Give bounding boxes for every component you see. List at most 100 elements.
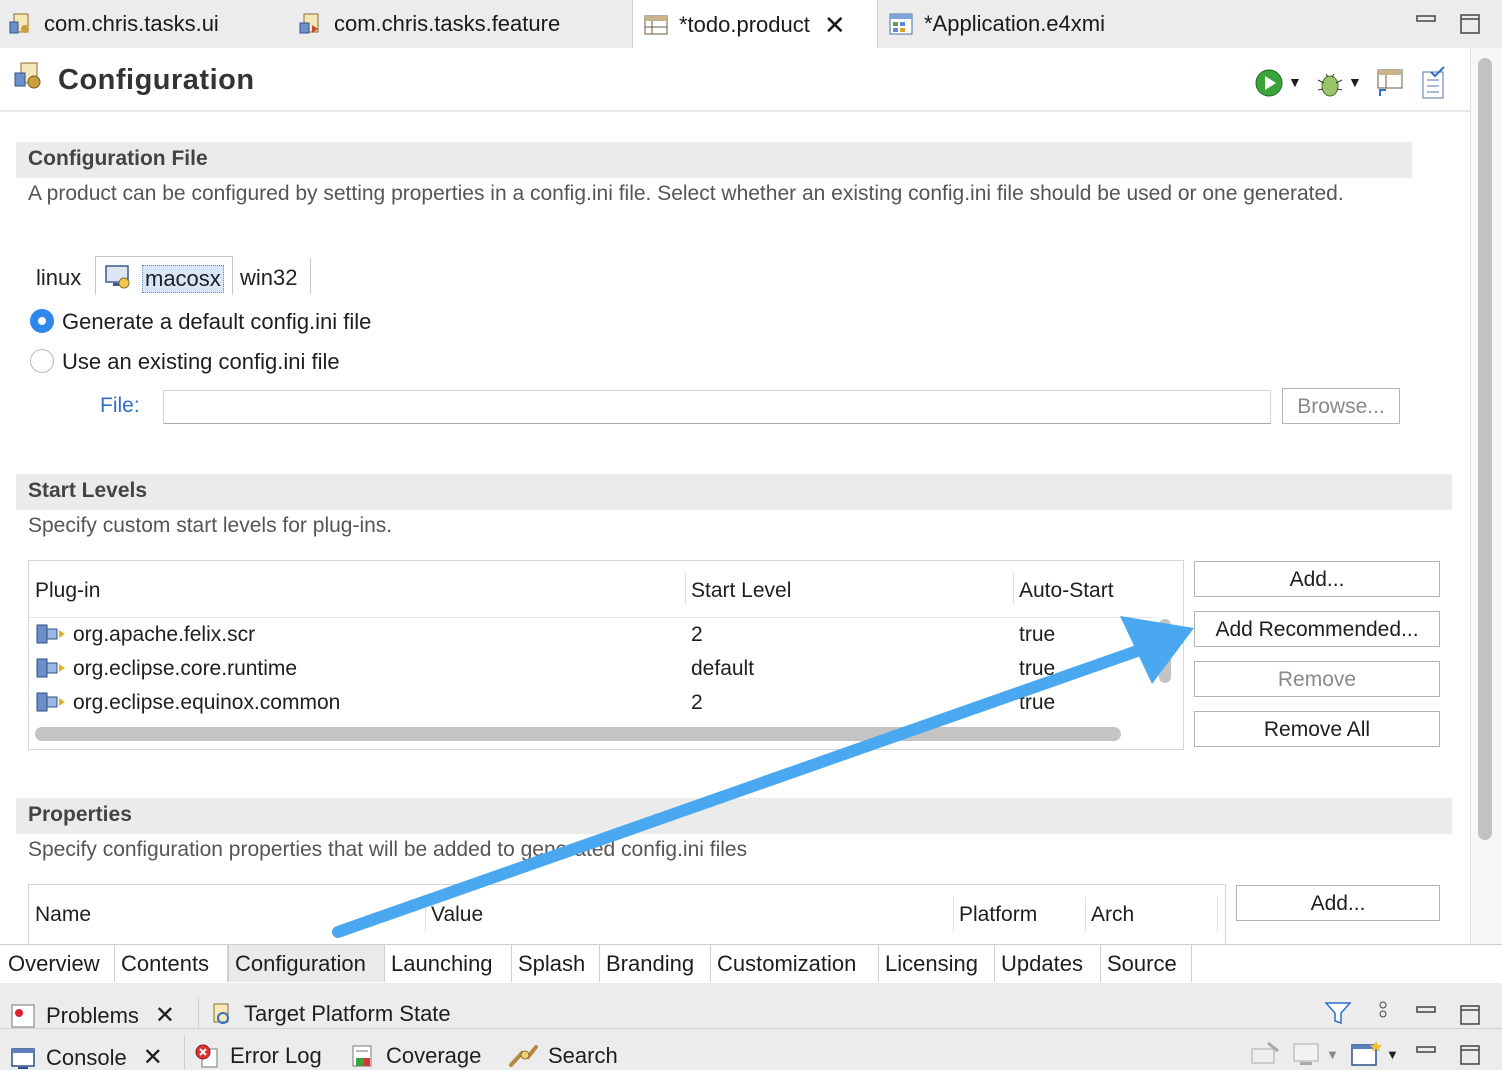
view-tab-problems[interactable]: Problems ✕ xyxy=(10,1001,175,1028)
editor-tab-todo-product[interactable]: *todo.product ✕ xyxy=(632,0,878,49)
page-tab-overview[interactable]: Overview xyxy=(2,945,115,982)
column-separator[interactable] xyxy=(1217,897,1218,931)
chevron-down-icon[interactable]: ▼ xyxy=(1386,1047,1399,1062)
search-icon xyxy=(509,1045,538,1067)
debug-icon[interactable] xyxy=(1314,68,1346,100)
vertical-scrollbar[interactable] xyxy=(1470,48,1502,944)
table-row[interactable]: org.apache.felix.scr 2 true xyxy=(29,619,1153,653)
os-tab-linux[interactable]: linux xyxy=(36,265,81,291)
close-icon[interactable]: ✕ xyxy=(155,1001,175,1028)
section-configuration-file[interactable]: Configuration File xyxy=(16,142,1412,178)
chevron-down-icon[interactable]: ▼ xyxy=(1348,74,1362,90)
radio-use-existing[interactable] xyxy=(30,349,54,373)
view-menu-icon[interactable] xyxy=(1376,1001,1390,1025)
plugin-icon xyxy=(36,692,65,712)
error-log-icon xyxy=(195,1044,218,1068)
chevron-down-icon[interactable]: ▼ xyxy=(1288,74,1302,90)
run-icon[interactable] xyxy=(1254,68,1284,98)
file-label: File: xyxy=(100,394,140,417)
page-tab-source[interactable]: Source xyxy=(1101,945,1192,982)
minimize-icon[interactable] xyxy=(1416,1003,1436,1023)
view-tab-console[interactable]: Console ✕ xyxy=(10,1043,163,1070)
plugin-name: org.eclipse.equinox.common xyxy=(73,691,341,714)
filter-icon[interactable] xyxy=(1324,1001,1352,1025)
close-icon[interactable]: ✕ xyxy=(824,12,846,38)
auto-start-value[interactable]: true xyxy=(1019,657,1055,681)
file-path-input[interactable] xyxy=(163,390,1271,424)
table-horizontal-scrollbar[interactable] xyxy=(35,727,1121,741)
editor-tab-application-e4xmi[interactable]: *Application.e4xmi xyxy=(888,0,1105,48)
column-separator[interactable] xyxy=(425,897,426,931)
minimize-icon[interactable] xyxy=(1416,1043,1436,1063)
column-separator[interactable] xyxy=(953,897,954,931)
os-tab-win32[interactable]: win32 xyxy=(240,265,297,291)
page-tab-updates[interactable]: Updates xyxy=(995,945,1101,982)
column-header-value[interactable]: Value xyxy=(431,903,483,927)
section-description: Specify configuration properties that wi… xyxy=(28,838,748,861)
column-header-start-level[interactable]: Start Level xyxy=(691,579,791,603)
page-tab-contents[interactable]: Contents xyxy=(115,945,228,982)
maximize-icon[interactable] xyxy=(1460,1045,1480,1065)
editor-tab-feature[interactable]: com.chris.tasks.feature xyxy=(298,0,560,48)
add-property-button[interactable]: Add... xyxy=(1236,885,1440,921)
views-tab-bar-top: Problems ✕ Target Platform State xyxy=(0,983,1502,1029)
column-separator[interactable] xyxy=(685,573,686,605)
open-console-icon[interactable] xyxy=(1350,1039,1384,1069)
form-page-tabs: Overview Contents Configuration Launchin… xyxy=(0,944,1502,984)
close-icon[interactable]: ✕ xyxy=(143,1043,163,1070)
maximize-icon[interactable] xyxy=(1460,1005,1480,1025)
view-tab-error-log[interactable]: Error Log xyxy=(194,1043,322,1069)
configuration-icon xyxy=(14,62,41,89)
os-tab-macosx[interactable]: macosx xyxy=(95,256,233,295)
page-tab-launching[interactable]: Launching xyxy=(385,945,512,982)
section-title: Configuration File xyxy=(28,147,208,170)
start-level-value[interactable]: 2 xyxy=(691,691,703,715)
section-start-levels[interactable]: Start Levels xyxy=(16,474,1452,510)
table-row[interactable]: org.eclipse.core.runtime default true xyxy=(29,653,1153,687)
minimize-icon[interactable] xyxy=(1416,12,1436,32)
chevron-down-icon[interactable]: ▼ xyxy=(1326,1047,1339,1062)
page-tab-customization[interactable]: Customization xyxy=(711,945,879,982)
view-tab-search[interactable]: Search xyxy=(508,1043,618,1069)
auto-start-value[interactable]: true xyxy=(1019,691,1055,715)
add-button[interactable]: Add... xyxy=(1194,561,1440,597)
display-console-icon[interactable] xyxy=(1292,1041,1322,1067)
browse-button[interactable]: Browse... xyxy=(1282,388,1400,424)
computer-icon xyxy=(105,265,130,289)
column-separator[interactable] xyxy=(1013,573,1014,605)
remove-button[interactable]: Remove xyxy=(1194,661,1440,697)
maximize-icon[interactable] xyxy=(1460,14,1480,34)
radio-generate-default[interactable] xyxy=(30,309,54,333)
coverage-icon xyxy=(352,1045,372,1067)
start-level-value[interactable]: default xyxy=(691,657,754,681)
remove-all-button[interactable]: Remove All xyxy=(1194,711,1440,747)
column-header-plugin[interactable]: Plug-in xyxy=(35,579,100,603)
section-properties[interactable]: Properties xyxy=(16,798,1452,834)
start-levels-table[interactable]: Plug-in Start Level Auto-Start org.apach… xyxy=(28,560,1184,750)
tab-divider xyxy=(198,997,199,1028)
pin-console-icon[interactable] xyxy=(1250,1041,1280,1067)
view-tab-coverage[interactable]: Coverage xyxy=(350,1043,481,1069)
os-tab-label: macosx xyxy=(142,265,224,293)
table-row[interactable]: org.eclipse.equinox.common 2 true xyxy=(29,687,1153,719)
column-separator[interactable] xyxy=(1085,897,1086,931)
table-vertical-scrollbar[interactable] xyxy=(1159,619,1171,683)
plugin-name: org.apache.felix.scr xyxy=(73,623,256,646)
column-header-platform[interactable]: Platform xyxy=(959,903,1037,927)
auto-start-value[interactable]: true xyxy=(1019,623,1055,647)
export-product-icon[interactable] xyxy=(1376,66,1406,98)
page-tab-licensing[interactable]: Licensing xyxy=(879,945,995,982)
column-header-name[interactable]: Name xyxy=(35,903,91,927)
view-tab-target-platform-state[interactable]: Target Platform State xyxy=(208,1001,451,1027)
editor-tab-ui-manifest[interactable]: com.chris.tasks.ui xyxy=(8,0,219,48)
validate-icon[interactable] xyxy=(1420,66,1448,100)
column-header-arch[interactable]: Arch xyxy=(1091,903,1134,927)
page-tab-branding[interactable]: Branding xyxy=(600,945,711,982)
scrollbar-thumb[interactable] xyxy=(1478,58,1492,840)
add-recommended-button[interactable]: Add Recommended... xyxy=(1194,611,1440,647)
page-tab-configuration[interactable]: Configuration xyxy=(228,945,385,982)
start-level-value[interactable]: 2 xyxy=(691,623,703,647)
tab-divider xyxy=(310,258,311,294)
page-tab-splash[interactable]: Splash xyxy=(512,945,600,982)
column-header-auto-start[interactable]: Auto-Start xyxy=(1019,579,1114,603)
